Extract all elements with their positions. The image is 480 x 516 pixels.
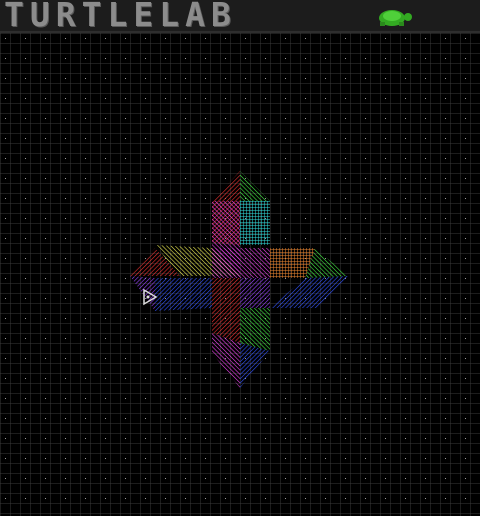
shape-center-red [212,278,240,308]
app-title: TURTLELAB [4,0,237,34]
shape-center-magenta [212,248,270,278]
shape-right-purple [240,278,270,308]
title-bar: TURTLELAB [0,0,480,33]
shape-top-right-cyan [240,201,270,245]
shape-left-blue [155,278,212,311]
turtle-icon [379,10,412,26]
drawing-canvas[interactable] [0,33,480,516]
